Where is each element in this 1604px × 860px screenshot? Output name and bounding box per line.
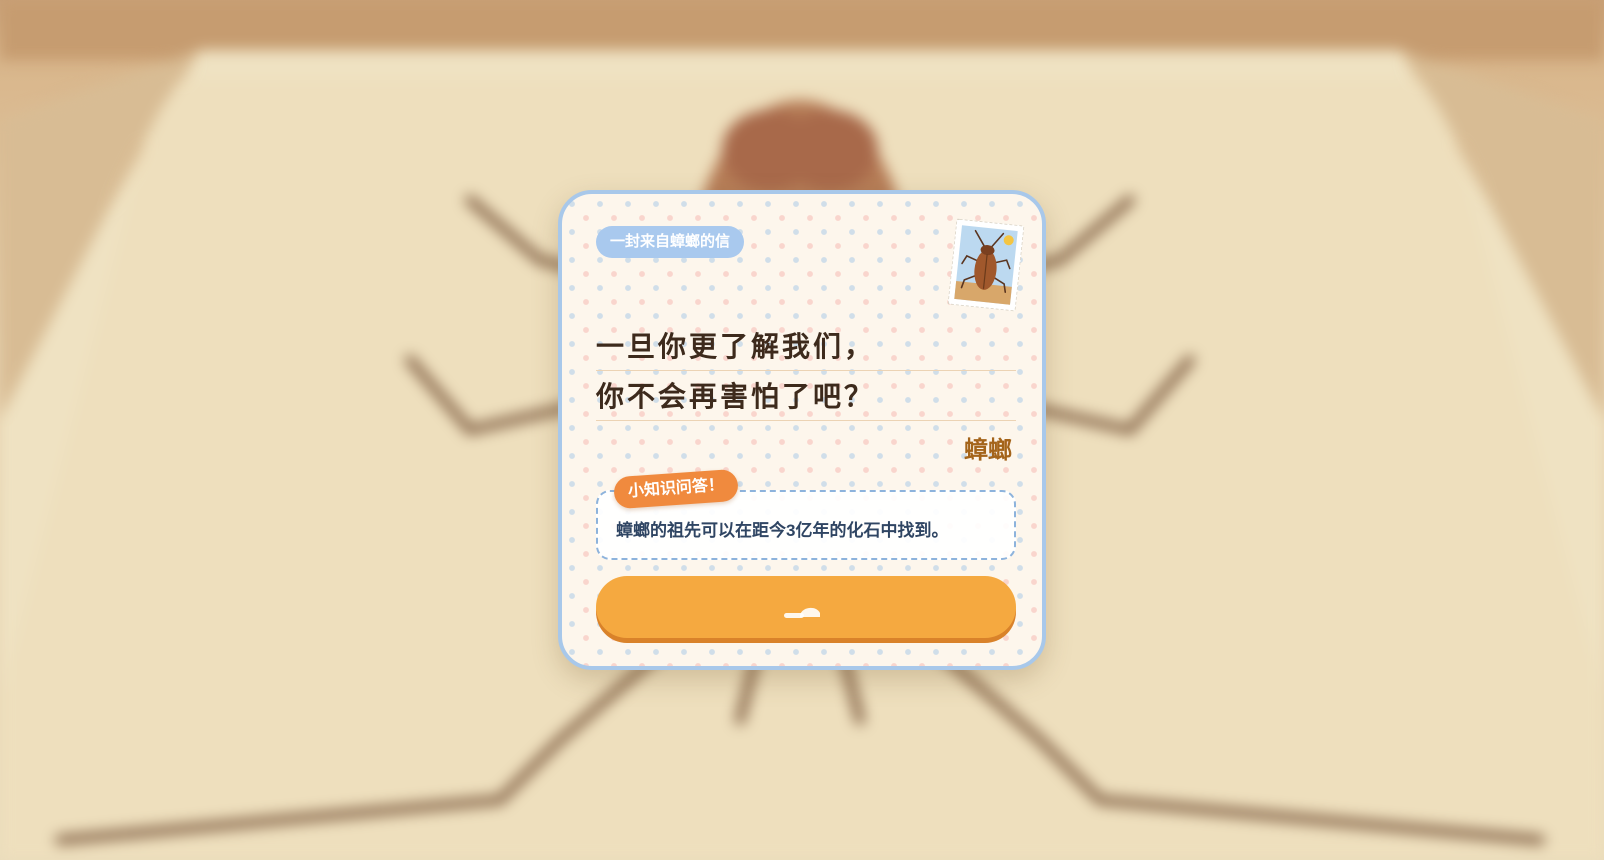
quiz-fact-text: 蟑螂的祖先可以在距今3亿年的化石中找到。	[616, 521, 949, 540]
letter-line-2: 你不会再害怕了吧？	[596, 372, 1016, 421]
continue-button[interactable]	[596, 576, 1016, 638]
letter-card: 一封来自蟑螂的信 一旦你更了解我们， 你不会再害怕了吧？ 蟑螂 蟑螂的祖先可以在…	[558, 190, 1046, 670]
button-loading-glyph	[784, 607, 820, 618]
game-scene: 一封来自蟑螂的信 一旦你更了解我们， 你不会再害怕了吧？ 蟑螂 蟑螂的祖先可以在…	[0, 0, 1604, 860]
letter-source-tag: 一封来自蟑螂的信	[596, 226, 745, 258]
cockroach-stamp-icon	[947, 218, 1025, 312]
letter-signature: 蟑螂	[964, 435, 1012, 464]
letter-line-1: 一旦你更了解我们，	[596, 322, 1016, 371]
